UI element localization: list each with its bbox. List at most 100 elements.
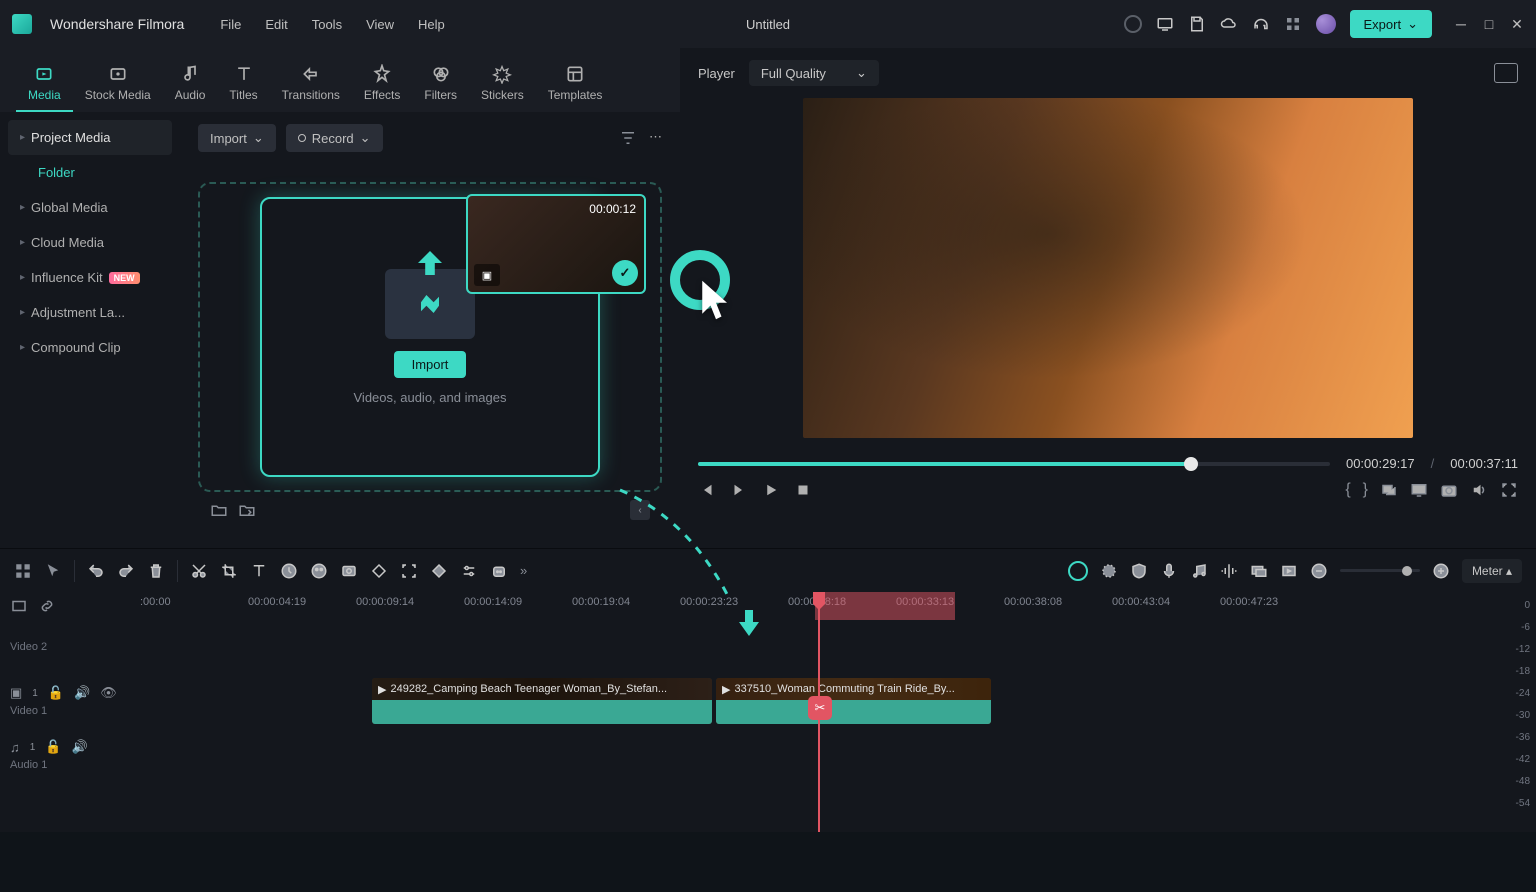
undo-icon[interactable] <box>87 562 105 580</box>
tab-transitions[interactable]: Transitions <box>270 56 352 112</box>
next-frame-icon[interactable] <box>730 481 748 499</box>
mute-icon[interactable]: 🔊 <box>74 685 90 701</box>
overlay-icon[interactable] <box>1250 562 1268 580</box>
speed-icon[interactable] <box>280 562 298 580</box>
fullscreen-icon[interactable] <box>1500 481 1518 499</box>
preview-scrubber[interactable]: 00:00:29:17 / 00:00:37:11 <box>698 456 1518 471</box>
save-icon[interactable] <box>1188 15 1206 33</box>
tab-stickers[interactable]: Stickers <box>469 56 536 112</box>
volume-icon[interactable] <box>1470 481 1488 499</box>
media-thumbnail[interactable]: 00:00:12 ▣ ✓ <box>466 194 646 294</box>
text-icon[interactable] <box>250 562 268 580</box>
delete-icon[interactable] <box>147 562 165 580</box>
export-button[interactable]: Export ⌄ <box>1350 10 1432 38</box>
prev-frame-icon[interactable] <box>698 481 716 499</box>
add-folder-icon[interactable] <box>210 501 228 519</box>
keyframe-icon[interactable] <box>370 562 388 580</box>
cloud-icon[interactable] <box>1220 15 1238 33</box>
playhead-handle[interactable] <box>813 592 825 604</box>
apps-icon[interactable] <box>1284 15 1302 33</box>
menu-file[interactable]: File <box>220 17 241 32</box>
tab-media[interactable]: Media <box>16 56 73 112</box>
tab-titles[interactable]: Titles <box>217 56 269 112</box>
headphones-icon[interactable] <box>1252 15 1270 33</box>
mask-icon[interactable] <box>340 562 358 580</box>
play-icon[interactable] <box>762 481 780 499</box>
sparkle-icon[interactable] <box>1100 562 1118 580</box>
folder-move-icon[interactable] <box>238 501 256 519</box>
menu-help[interactable]: Help <box>418 17 445 32</box>
clip-1[interactable]: ▶249282_Camping Beach Teenager Woman_By_… <box>372 678 712 724</box>
minimize-button[interactable]: ─ <box>1454 17 1468 31</box>
clip-2[interactable]: ▶337510_Woman Commuting Train Ride_By... <box>716 678 991 724</box>
record-status-icon[interactable] <box>1124 15 1142 33</box>
track-header-audio1[interactable]: ♫1 🔓 🔊 Audio 1 <box>0 728 140 782</box>
pointer-icon[interactable] <box>44 562 62 580</box>
tracks-area[interactable]: :00:0000:00:04:1900:00:09:1400:00:14:090… <box>140 592 1496 832</box>
shield-icon[interactable] <box>1130 562 1148 580</box>
drop-zone[interactable]: Import Videos, audio, and images 00:00:1… <box>198 182 662 492</box>
sidebar-item-3[interactable]: ▸Cloud Media <box>8 225 172 260</box>
tag-icon[interactable] <box>430 562 448 580</box>
mic-icon[interactable] <box>1160 562 1178 580</box>
scrubber-handle[interactable] <box>1184 457 1198 471</box>
cut-icon[interactable] <box>190 562 208 580</box>
sidebar-item-4[interactable]: ▸Influence KitNEW <box>8 260 172 295</box>
sidebar-item-5[interactable]: ▸Adjustment La... <box>8 295 172 330</box>
adjust-icon[interactable] <box>460 562 478 580</box>
more-icon[interactable]: ⋯ <box>649 129 662 147</box>
sidebar-item-2[interactable]: ▸Global Media <box>8 190 172 225</box>
grid-icon[interactable] <box>14 562 32 580</box>
display-icon[interactable] <box>1410 481 1428 499</box>
zoom-out-icon[interactable] <box>1310 562 1328 580</box>
video-preview[interactable] <box>803 98 1413 438</box>
stop-icon[interactable] <box>794 481 812 499</box>
menu-edit[interactable]: Edit <box>265 17 287 32</box>
beat-icon[interactable] <box>1220 562 1238 580</box>
record-dropdown[interactable]: Record ⌄ <box>286 124 383 152</box>
mute-icon[interactable]: 🔊 <box>72 739 88 755</box>
zoom-slider[interactable] <box>1340 569 1420 572</box>
lock-icon[interactable]: 🔓 <box>45 739 61 755</box>
ai-icon[interactable] <box>490 562 508 580</box>
track-header-video1[interactable]: ▣1 🔓 🔊 👁 Video 1 <box>0 674 140 728</box>
sidebar-item-1[interactable]: Folder <box>8 155 172 190</box>
scrubber-track[interactable] <box>698 462 1330 466</box>
tab-templates[interactable]: Templates <box>536 56 615 112</box>
menu-view[interactable]: View <box>366 17 394 32</box>
tab-stock[interactable]: Stock Media <box>73 56 163 112</box>
zoom-handle[interactable] <box>1402 566 1412 576</box>
color-icon[interactable] <box>310 562 328 580</box>
mark-out-icon[interactable]: } <box>1363 481 1368 499</box>
link-icon[interactable] <box>38 597 56 615</box>
scope-icon[interactable] <box>1494 63 1518 83</box>
camera-icon[interactable] <box>1440 481 1458 499</box>
crop-icon[interactable] <box>220 562 238 580</box>
menu-tools[interactable]: Tools <box>312 17 342 32</box>
collapse-button[interactable]: ‹ <box>630 500 650 520</box>
expand-icon[interactable]: » <box>520 563 527 578</box>
split-button[interactable]: ✂ <box>808 696 832 720</box>
music-icon[interactable] <box>1190 562 1208 580</box>
tab-audio[interactable]: Audio <box>163 56 218 112</box>
tab-effects[interactable]: Effects <box>352 56 412 112</box>
render-icon[interactable] <box>1280 562 1298 580</box>
visibility-icon[interactable]: 👁 <box>100 685 117 701</box>
import-button[interactable]: Import <box>394 351 467 378</box>
import-dropdown[interactable]: Import ⌄ <box>198 124 276 152</box>
mark-in-icon[interactable]: { <box>1345 481 1350 499</box>
close-button[interactable]: ✕ <box>1510 17 1524 31</box>
sidebar-item-0[interactable]: ▸Project Media <box>8 120 172 155</box>
meter-dropdown[interactable]: Meter ▴ <box>1462 559 1522 583</box>
device-icon[interactable] <box>1156 15 1174 33</box>
tab-filters[interactable]: Filters <box>412 56 469 112</box>
lock-icon[interactable]: 🔓 <box>48 685 64 701</box>
focus-icon[interactable] <box>400 562 418 580</box>
zoom-in-icon[interactable] <box>1432 562 1450 580</box>
snapshot-list-icon[interactable] <box>1380 481 1398 499</box>
user-avatar[interactable] <box>1316 14 1336 34</box>
timeline-mode-icon[interactable] <box>10 597 28 615</box>
redo-icon[interactable] <box>117 562 135 580</box>
maximize-button[interactable]: □ <box>1482 17 1496 31</box>
quality-dropdown[interactable]: Full Quality ⌄ <box>749 60 879 86</box>
